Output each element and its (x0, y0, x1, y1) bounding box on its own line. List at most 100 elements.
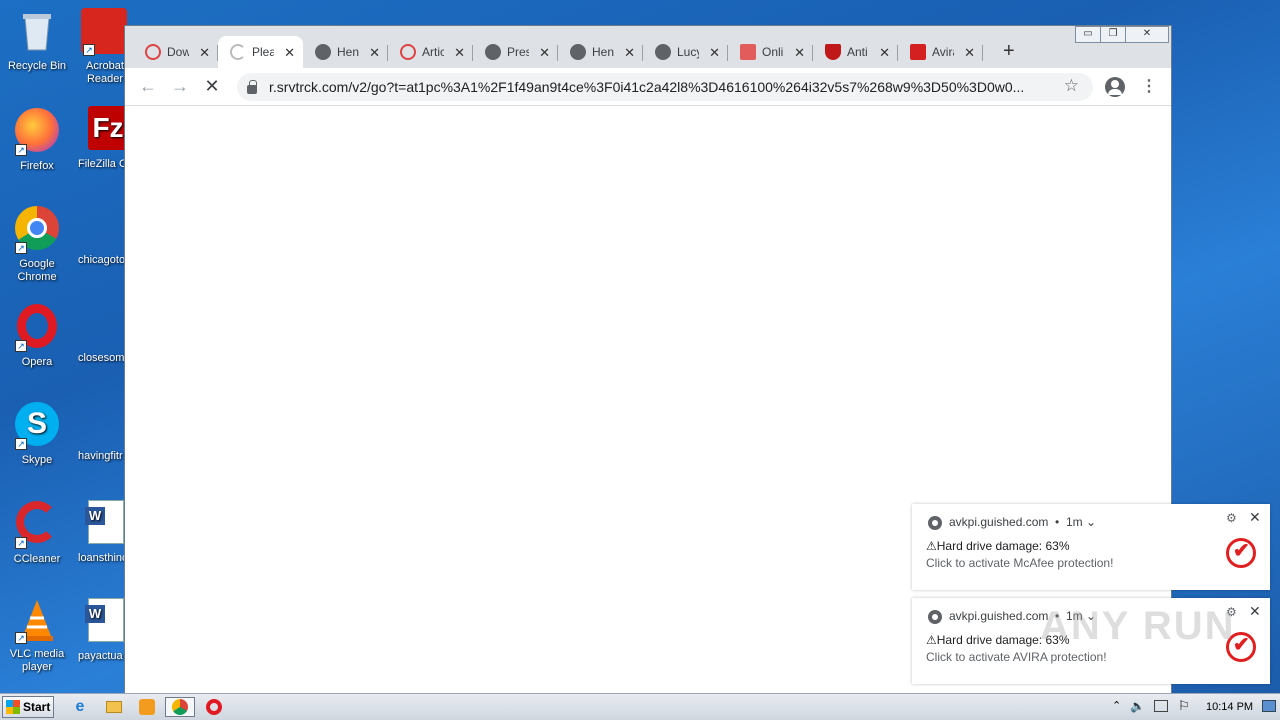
folder-icon (106, 701, 122, 713)
desktop-icon-ccleaner[interactable]: ↗ CCleaner (0, 498, 74, 566)
globe-icon (570, 44, 586, 60)
desktop-icon-recycle-bin[interactable]: Recycle Bin (0, 8, 74, 73)
tab-title: Hen (337, 45, 359, 59)
recycle-bin-icon (13, 8, 61, 56)
close-icon[interactable]: ✕ (1249, 509, 1261, 526)
close-tab-icon[interactable]: ✕ (284, 45, 295, 61)
taskbar-opera[interactable] (202, 697, 226, 717)
tab-6[interactable]: Lucy ✕ (643, 36, 728, 68)
close-tab-icon[interactable]: ✕ (709, 45, 720, 61)
profile-avatar-icon[interactable] (1105, 77, 1125, 97)
tab-title: Onlir (762, 45, 784, 59)
gear-icon[interactable]: ⚙ (1226, 511, 1237, 525)
desktop-icon-label: Opera (21, 356, 53, 368)
start-button[interactable]: Start (2, 696, 54, 718)
menu-kebab-icon[interactable]: ⋮ (1141, 76, 1157, 96)
tab-title: Lucy (677, 45, 699, 59)
tab-7[interactable]: Onlir ✕ (728, 36, 813, 68)
desktop-icon-label: VLC media player (9, 648, 65, 673)
chrome-icon (172, 699, 188, 715)
close-window-button[interactable]: ✕ (1125, 26, 1169, 43)
forward-icon[interactable]: → (169, 76, 191, 97)
check-badge-icon (1226, 538, 1256, 568)
notification-body: Click to activate McAfee protection! (926, 556, 1114, 570)
tab-3[interactable]: Artic ✕ (388, 36, 473, 68)
browser-toolbar: ← → ✕ r.srvtrck.com/v2/go?t=at1pc%3A1%2F… (125, 68, 1171, 106)
tray-expand-icon[interactable]: ⌃ (1112, 699, 1121, 712)
taskbar-ie[interactable]: e (68, 697, 92, 717)
desktop-icon-label: loansthinc (78, 552, 128, 564)
mcafee-shield-icon (825, 44, 841, 60)
start-label: Start (23, 700, 51, 714)
tab-9[interactable]: Avira ✕ (898, 36, 983, 68)
tab-4[interactable]: Pres ✕ (473, 36, 558, 68)
tab-1[interactable]: Plea ✕ (218, 36, 303, 68)
tab-title: Anti (847, 45, 868, 59)
desktop-icon-label: chicagoto (78, 254, 126, 266)
tab-0[interactable]: Dow ✕ (133, 36, 218, 68)
maximize-button[interactable]: ❐ (1100, 26, 1126, 43)
ie-icon: e (75, 698, 85, 715)
tab-title: Pres (507, 45, 529, 59)
globe-icon (485, 44, 501, 60)
back-icon[interactable]: ← (137, 76, 159, 97)
action-center-flag-icon[interactable]: ⚐ (1178, 698, 1190, 714)
desktop-icon-label: closesome (78, 352, 131, 364)
desktop-icon-skype[interactable]: S ↗ Skype (0, 400, 74, 467)
taskbar-chrome[interactable] (165, 697, 195, 717)
close-tab-icon[interactable]: ✕ (454, 45, 465, 61)
close-tab-icon[interactable]: ✕ (624, 45, 635, 61)
close-tab-icon[interactable]: ✕ (199, 45, 210, 61)
volume-icon[interactable]: 🔈 (1130, 699, 1145, 713)
tab-2[interactable]: Hen ✕ (303, 36, 388, 68)
desktop-icon-label: Acrobat Reader (86, 60, 124, 85)
tab-title: Plea (252, 45, 274, 59)
globe-icon (655, 44, 671, 60)
firefox-icon: ↗ (13, 108, 61, 156)
ccleaner-icon: ↗ (13, 501, 61, 549)
notification-title: ⚠Hard drive damage: 63% (926, 539, 1070, 553)
notification-body: Click to activate AVIRA protection! (926, 650, 1107, 664)
lock-icon (247, 79, 257, 94)
system-tray: ⌃ 🔈 ⚐ (1104, 694, 1280, 720)
bookmark-star-icon[interactable]: ☆ (1064, 76, 1079, 96)
desktop-icon-vlc[interactable]: ↗ VLC media player (0, 596, 74, 674)
address-bar[interactable]: r.srvtrck.com/v2/go?t=at1pc%3A1%2F1f49an… (237, 73, 1093, 101)
desktop-icon-firefox[interactable]: ↗ Firefox (0, 106, 74, 173)
tab-5[interactable]: Hen ✕ (558, 36, 643, 68)
desktop-icon-label: Recycle Bin (7, 60, 67, 72)
taskbar-media-player[interactable] (135, 697, 159, 717)
tab-title: Dow (167, 45, 189, 59)
chrome-small-icon (928, 610, 942, 624)
loading-spinner-icon (230, 44, 246, 60)
desktop-icon-chrome[interactable]: ↗ Google Chrome (0, 204, 74, 284)
desktop-icon-label: Skype (21, 454, 53, 466)
new-tab-button[interactable]: + (1003, 40, 1015, 63)
watermark: ANY RUN (1040, 604, 1236, 648)
tab-8[interactable]: Anti ✕ (813, 36, 898, 68)
chrome-small-icon (928, 516, 942, 530)
minimize-button[interactable]: ▭ (1075, 26, 1101, 43)
show-desktop-button[interactable] (1262, 700, 1276, 712)
network-icon[interactable] (1154, 700, 1168, 712)
chrome-icon: ↗ (13, 206, 61, 254)
notification-mcafee[interactable]: avkpi.guished.com • 1m ⌄ ⚠Hard drive dam… (912, 504, 1270, 590)
acrobat-icon: ↗ (81, 8, 129, 56)
close-tab-icon[interactable]: ✕ (539, 45, 550, 61)
taskbar-explorer[interactable] (102, 697, 126, 717)
url-text[interactable]: r.srvtrck.com/v2/go?t=at1pc%3A1%2F1f49an… (269, 79, 1059, 95)
desktop-icon-opera[interactable]: ↗ Opera (0, 302, 74, 369)
browser-window: Dow ✕ Plea ✕ Hen ✕ Artic ✕ Pres ✕ Hen ✕ … (124, 25, 1172, 693)
media-player-icon (139, 699, 155, 715)
stop-loading-icon[interactable]: ✕ (201, 76, 223, 97)
close-icon[interactable]: ✕ (1249, 603, 1261, 620)
close-tab-icon[interactable]: ✕ (879, 45, 890, 61)
clock[interactable]: 10:14 PM (1206, 701, 1253, 713)
desktop-icon-label: CCleaner (13, 553, 61, 565)
close-tab-icon[interactable]: ✕ (369, 45, 380, 61)
desktop-icon-label: Google Chrome (17, 258, 57, 283)
close-tab-icon[interactable]: ✕ (964, 45, 975, 61)
tab-title: Artic (422, 45, 444, 59)
desktop-icon-label: havingfitr (78, 450, 123, 462)
close-tab-icon[interactable]: ✕ (794, 45, 805, 61)
